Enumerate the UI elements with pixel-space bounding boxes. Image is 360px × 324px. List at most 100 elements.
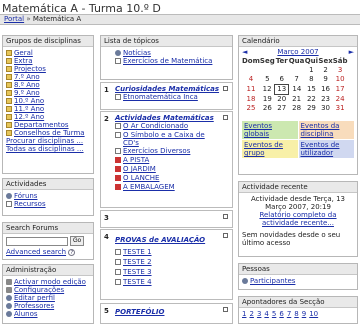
highlight-checkbox[interactable]	[223, 307, 228, 312]
calendar-day[interactable]: 5	[260, 75, 275, 85]
calendar-day[interactable]: 22	[304, 95, 318, 105]
calendar-day[interactable]: 21	[289, 95, 305, 105]
calendar-day[interactable]: 31	[333, 104, 348, 113]
edit-mode-link[interactable]: Activar modo edição	[6, 278, 90, 286]
legend-course-events[interactable]: Eventos da disciplina	[298, 121, 354, 139]
section-link[interactable]: 1	[242, 310, 246, 318]
students-link[interactable]: Alunos	[6, 310, 90, 318]
calendar-day[interactable]: 6	[275, 75, 289, 85]
calendar-day[interactable]: 14	[289, 85, 305, 95]
help-icon[interactable]: ?	[68, 249, 76, 256]
edit-profile-link[interactable]: Editar perfil	[6, 294, 90, 302]
calendar-day[interactable]: 29	[304, 104, 318, 113]
activity-link[interactable]: A PISTA	[115, 156, 220, 165]
highlight-checkbox[interactable]	[223, 86, 228, 91]
calendar-day[interactable]: 13	[274, 84, 290, 95]
legend-user-events[interactable]: Eventos de utilizador	[298, 140, 354, 158]
resource-icon	[6, 201, 12, 207]
test-link[interactable]: TESTE 1	[115, 247, 220, 257]
exercises-link[interactable]: Exercícios de Matemática	[115, 57, 218, 65]
test-link[interactable]: TESTE 3	[115, 267, 220, 277]
search-courses-link[interactable]: Procurar disciplinas ...	[6, 137, 90, 145]
section-link[interactable]: 6	[279, 310, 283, 318]
resources-link[interactable]: Recursos	[6, 200, 90, 208]
activity-link[interactable]: O Ar Condicionado	[115, 122, 220, 131]
folder-icon	[6, 66, 12, 72]
calendar-day[interactable]: 15	[304, 85, 318, 95]
category-item[interactable]: 12.º Ano	[6, 113, 90, 121]
category-item[interactable]: 10.º Ano	[6, 97, 90, 105]
course-categories-list: Geral Extra Projectos 7.º Ano 8.º Ano 9.º Ano…	[3, 47, 93, 155]
category-item[interactable]: Conselhos de Turma	[6, 129, 90, 137]
section-link[interactable]: 5	[272, 310, 276, 318]
highlight-checkbox[interactable]	[223, 214, 228, 219]
highlight-checkbox[interactable]	[223, 115, 228, 120]
section-link[interactable]: 3	[257, 310, 261, 318]
category-item[interactable]: Geral	[6, 49, 90, 57]
search-forums-header: Search Forums	[3, 223, 93, 234]
breadcrumb-portal[interactable]: Portal	[4, 15, 24, 23]
highlight-checkbox[interactable]	[223, 233, 228, 238]
calendar-day[interactable]: 1	[304, 66, 318, 75]
test-link[interactable]: TESTE 4	[115, 277, 220, 287]
category-item[interactable]: 8.º Ano	[6, 81, 90, 89]
category-item[interactable]: Projectos	[6, 65, 90, 73]
calendar-day[interactable]: 26	[260, 104, 275, 113]
category-item[interactable]: 11.º Ano	[6, 105, 90, 113]
category-item[interactable]: 9.º Ano	[6, 89, 90, 97]
section-link[interactable]: 10	[309, 310, 318, 318]
resource-link[interactable]: Etnomatemática Inca	[115, 93, 220, 101]
full-report-link[interactable]: Relatório completo da actividade recente…	[242, 211, 354, 227]
calendar-day[interactable]: 19	[260, 95, 275, 105]
activity-link[interactable]: A EMBALAGEM	[115, 183, 220, 192]
calendar-day[interactable]: 25	[242, 104, 260, 113]
advanced-search-link[interactable]: Advanced search	[6, 248, 66, 256]
calendar-day[interactable]: 9	[318, 75, 332, 85]
calendar-day[interactable]: 12	[260, 85, 275, 95]
prev-month-button[interactable]: ◄	[242, 48, 247, 56]
activity-link[interactable]: O JARDIM	[115, 165, 220, 174]
section-link[interactable]: 8	[294, 310, 298, 318]
category-item[interactable]: 7.º Ano	[6, 73, 90, 81]
calendar-day[interactable]: 8	[304, 75, 318, 85]
news-link[interactable]: Notícias	[115, 49, 218, 57]
settings-link[interactable]: Configurações	[6, 286, 90, 294]
calendar-day[interactable]: 4	[242, 75, 260, 85]
calendar-day[interactable]: 24	[333, 95, 348, 105]
teachers-link[interactable]: Professores	[6, 302, 90, 310]
calendar-month[interactable]: Março 2007	[277, 48, 318, 56]
participants-link[interactable]: Participantes	[242, 277, 354, 285]
category-item[interactable]: Extra	[6, 57, 90, 65]
legend-global-events[interactable]: Eventos globais	[242, 121, 298, 139]
calendar-day	[289, 66, 305, 75]
all-courses-link[interactable]: Todas as disciplinas ...	[6, 145, 90, 153]
search-go-button[interactable]: Go	[70, 236, 85, 246]
activity-link[interactable]: O Símbolo e a Caixa de CD's	[115, 131, 220, 147]
search-input[interactable]	[6, 236, 68, 246]
calendar-day[interactable]: 27	[275, 104, 289, 113]
section-link[interactable]: 7	[287, 310, 291, 318]
calendar-day[interactable]: 10	[333, 75, 348, 85]
calendar-day[interactable]: 3	[333, 66, 348, 75]
section-link[interactable]: 9	[302, 310, 306, 318]
calendar-day[interactable]: 11	[242, 85, 260, 95]
forums-link[interactable]: Fóruns	[6, 192, 90, 200]
calendar-day[interactable]: 7	[289, 75, 305, 85]
activity-link[interactable]: O LANCHE	[115, 174, 220, 183]
no-news-text: Sem novidades desde o seu último acesso	[242, 231, 341, 247]
next-month-button[interactable]: ►	[349, 48, 354, 56]
calendar-day[interactable]: 28	[289, 104, 305, 113]
calendar-day[interactable]: 17	[333, 85, 348, 95]
activity-link[interactable]: Exercícios Diversos	[115, 147, 220, 156]
legend-group-events[interactable]: Eventos de grupo	[242, 140, 298, 158]
calendar-day[interactable]: 18	[242, 95, 260, 105]
test-link[interactable]: TESTE 2	[115, 257, 220, 267]
section-link[interactable]: 4	[264, 310, 268, 318]
calendar-day[interactable]: 23	[318, 95, 332, 105]
category-item[interactable]: Departamentos	[6, 121, 90, 129]
calendar-day[interactable]: 20	[275, 95, 289, 105]
section-link[interactable]: 2	[249, 310, 253, 318]
calendar-day[interactable]: 16	[318, 85, 332, 95]
calendar-day[interactable]: 2	[318, 66, 332, 75]
calendar-day[interactable]: 30	[318, 104, 332, 113]
